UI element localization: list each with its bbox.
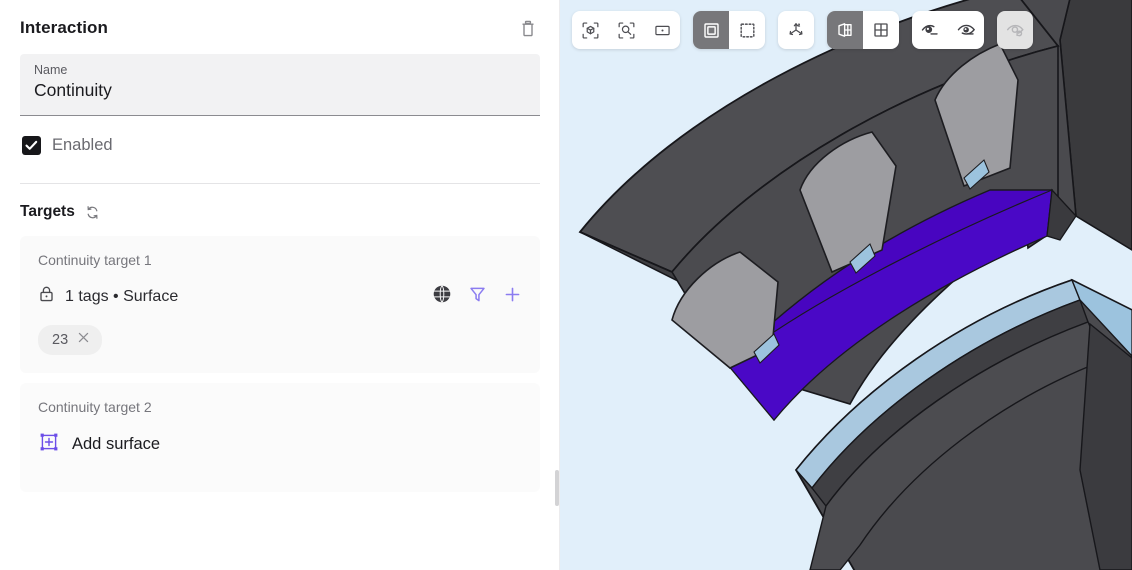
- close-icon[interactable]: [77, 331, 90, 349]
- cad-model: [578, 0, 1132, 570]
- trash-icon[interactable]: [514, 14, 542, 42]
- target-name: Continuity target 2: [38, 399, 152, 415]
- viewport-toolbar: [572, 11, 1033, 49]
- target-row-left: 1 tags • Surface: [38, 285, 178, 308]
- toolbar-group-selection: [693, 11, 765, 49]
- lock-icon[interactable]: [38, 285, 55, 308]
- toolbar-group-visibility-reset: [997, 11, 1033, 49]
- name-field-label: Name: [34, 63, 68, 77]
- name-field[interactable]: Name: [20, 54, 540, 116]
- add-surface-label: Add surface: [72, 435, 161, 453]
- fit-to-object-icon[interactable]: [572, 11, 608, 49]
- target-row: 1 tags • Surface: [38, 284, 522, 309]
- fit-to-screen-icon[interactable]: [644, 11, 680, 49]
- axis-triad-icon[interactable]: [778, 11, 814, 49]
- name-field-wrapper: Name: [0, 54, 560, 116]
- toolbar-group-axis: [778, 11, 814, 49]
- filter-icon[interactable]: [468, 285, 487, 309]
- box-select-icon[interactable]: [693, 11, 729, 49]
- target-card-1: Continuity target 1 1 tags • Surface 23: [20, 236, 540, 373]
- enabled-label: Enabled: [52, 136, 113, 154]
- name-input[interactable]: [34, 80, 526, 101]
- target-name: Continuity target 1: [38, 252, 152, 268]
- targets-title: Targets: [20, 203, 75, 220]
- 3d-viewport[interactable]: [560, 0, 1132, 570]
- page-title: Interaction: [20, 18, 109, 37]
- tag-chip-label: 23: [52, 332, 69, 348]
- add-surface-icon: [38, 431, 60, 458]
- toolbar-group-display: [827, 11, 899, 49]
- globe-icon[interactable]: [432, 284, 452, 309]
- refresh-icon[interactable]: [83, 202, 103, 222]
- target-actions: [432, 284, 522, 309]
- targets-header: Targets: [0, 184, 560, 236]
- interaction-panel: Interaction Name Enabled: [0, 0, 560, 570]
- eye-show-icon[interactable]: [948, 11, 984, 49]
- enabled-checkbox[interactable]: [22, 136, 41, 155]
- panel-header: Interaction: [0, 0, 560, 54]
- tag-chip[interactable]: 23: [38, 325, 103, 355]
- target-card-2: Continuity target 2 Add surface: [20, 383, 540, 492]
- add-surface-button[interactable]: Add surface: [38, 431, 522, 458]
- full-grid-icon[interactable]: [863, 11, 899, 49]
- toolbar-group-view: [572, 11, 680, 49]
- zoom-to-selection-icon[interactable]: [608, 11, 644, 49]
- plus-icon[interactable]: [503, 285, 522, 309]
- toolbar-group-visibility: [912, 11, 984, 49]
- target-description: 1 tags • Surface: [65, 287, 179, 305]
- eye-reset-icon: [997, 11, 1033, 49]
- half-grid-icon[interactable]: [827, 11, 863, 49]
- enabled-row[interactable]: Enabled: [0, 116, 560, 155]
- tag-chip-row: 23: [38, 325, 522, 355]
- lasso-select-icon[interactable]: [729, 11, 765, 49]
- eye-hide-icon[interactable]: [912, 11, 948, 49]
